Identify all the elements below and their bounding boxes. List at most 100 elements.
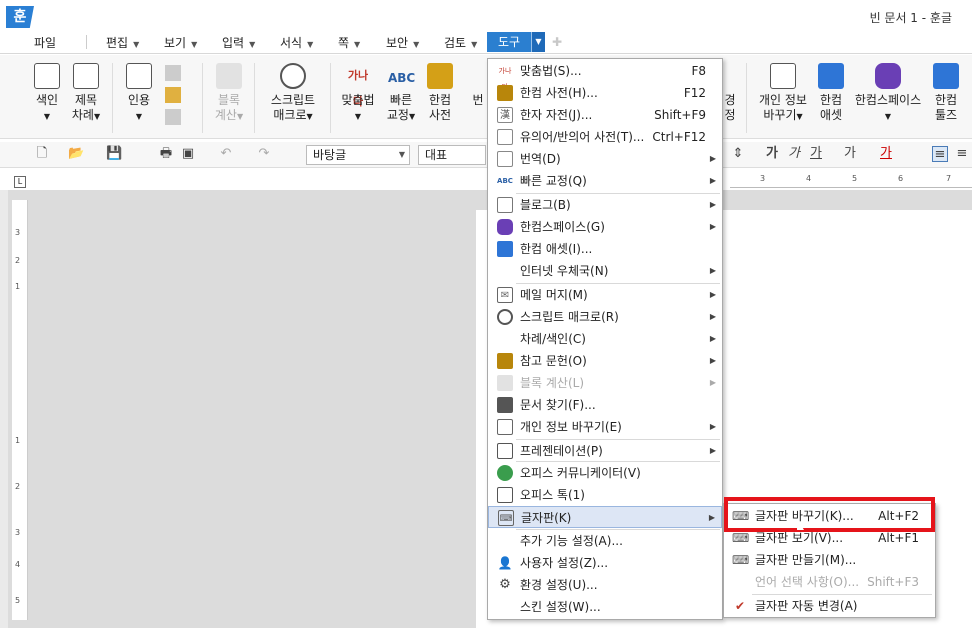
citation-icon	[126, 63, 152, 89]
privacy-icon	[497, 419, 513, 435]
ribbon-hancom-dictionary-button[interactable]: 한컴 사전	[424, 63, 456, 123]
menu-item-spell-check[interactable]: 가나다맞춤법(S)...F8	[488, 60, 722, 91]
vertical-ruler[interactable]: 3 2 1 1 2 3 4 5	[12, 200, 28, 620]
ribbon-spell-check-button[interactable]: 가나다 맞춤법 ▼	[338, 63, 378, 124]
menu-item-preferences[interactable]: ⚙ 환경 설정(U)...	[488, 574, 722, 596]
new-document-icon[interactable]: 🗋	[34, 146, 50, 162]
menu-item-privacy[interactable]: 개인 정보 바꾸기(E) ▶	[488, 416, 722, 438]
menu-item-keyboard[interactable]: ⌨ 글자판(K) ▶	[488, 506, 722, 528]
office-talk-icon	[497, 487, 513, 503]
hancom-space-icon	[875, 63, 901, 89]
highlight-annotation-box	[724, 497, 935, 532]
menu-security[interactable]: 보안 ▼	[386, 34, 419, 51]
keyboard-make-icon: ⌨	[732, 553, 750, 567]
ruler-tab-selector[interactable]: L	[14, 176, 26, 188]
menu-item-blog[interactable]: 블로그(B) ▶	[488, 194, 722, 216]
ribbon-hancom-tools-button[interactable]: 한컴 툴즈	[930, 63, 962, 123]
ribbon-block-calc-button[interactable]: 블록 계산▼	[212, 63, 246, 124]
font-color-button[interactable]: 가	[878, 146, 894, 162]
menu-item-addon-settings[interactable]: 추가 기능 설정(A)...	[488, 530, 722, 552]
menu-item-translate[interactable]: 번역(D) ▶	[488, 148, 722, 170]
open-folder-icon[interactable]: 📂	[68, 146, 84, 162]
menu-item-office-communicator[interactable]: 오피스 커뮤니케이터(V)	[488, 462, 722, 484]
menu-item-quick-correct[interactable]: ABC 빠른 교정(Q) ▶	[488, 170, 722, 192]
ribbon-toc-button[interactable]: 제목 차례▼	[68, 63, 104, 124]
menu-item-hancom-asset[interactable]: 한컴 애셋(I)...	[488, 238, 722, 260]
submenu-item-language-options[interactable]: 언어 선택 사항(O)... Shift+F3	[724, 571, 935, 593]
ribbon-partial-button[interactable]: 경정	[722, 63, 738, 123]
menu-bar: 파일 편집 ▼ 보기 ▼ 입력 ▼ 서식 ▼ 쪽 ▼ 보안 ▼ 검토 ▼ 도구 ▼ ✚	[0, 30, 972, 54]
menu-insert[interactable]: 입력 ▼	[222, 34, 255, 51]
ribbon-quick-correct-button[interactable]: ABC 빠른 교정▼	[382, 63, 420, 124]
ribbon-translate-button-partial[interactable]: 번	[470, 63, 486, 108]
gear-icon	[723, 63, 737, 89]
ribbon-index-button[interactable]: 색인 ▼	[30, 63, 64, 124]
block-calc-icon	[497, 375, 513, 391]
ribbon-hancom-asset-button[interactable]: 한컴 애셋	[816, 63, 846, 123]
preview-icon[interactable]: ▣	[180, 146, 196, 162]
menu-item-thesaurus[interactable]: 유의어/반의어 사전(T)... Ctrl+F12	[488, 126, 722, 148]
horizontal-ruler[interactable]: 3 4 5 6 7	[730, 172, 972, 188]
menu-review[interactable]: 검토 ▼	[444, 34, 477, 51]
quick-correct-icon: ABC	[388, 71, 416, 85]
menu-view[interactable]: 보기 ▼	[164, 34, 197, 51]
ribbon-privacy-button[interactable]: 개인 정보 바꾸기▼	[754, 63, 812, 124]
menu-tools[interactable]: 도구	[487, 32, 531, 52]
script-macro-icon	[280, 63, 306, 89]
font-select[interactable]: 대표	[418, 145, 486, 165]
copy-icon	[165, 65, 181, 81]
align-justify-icon[interactable]: ≡	[932, 146, 948, 162]
title-bar: 훈 빈 문서 1 - 훈글	[0, 0, 972, 30]
ribbon-separator	[746, 63, 747, 133]
menu-item-block-calc[interactable]: 블록 계산(L) ▶	[488, 372, 722, 394]
index-icon	[34, 63, 60, 89]
menu-item-hanja-dictionary[interactable]: 漢 한자 자전(J)... Shift+F9	[488, 104, 722, 126]
menu-item-mail-merge[interactable]: ✉ 메일 머지(M) ▶	[488, 284, 722, 306]
hancom-tools-icon	[933, 63, 959, 89]
menu-page[interactable]: 쪽 ▼	[338, 34, 360, 51]
save-icon[interactable]: 💾	[106, 146, 122, 162]
bold-button[interactable]: 가	[764, 146, 780, 162]
ribbon-toolbar: 색인 ▼ 제목 차례▼ 인용 ▼ 블록 계산▼ 스크립트 매크로▼ 가나다 맞춤법 ▼ AB…	[0, 55, 972, 139]
hancom-asset-icon	[497, 241, 513, 257]
reference-icon	[497, 353, 513, 369]
menu-item-internet-post[interactable]: 인터넷 우체국(N) ▶	[488, 260, 722, 282]
hancom-dictionary-icon	[427, 63, 453, 89]
mail-icon: ✉	[497, 287, 513, 303]
align-left-icon[interactable]: ≡	[954, 146, 970, 162]
undo-icon[interactable]: ↶	[218, 146, 234, 162]
style-select[interactable]: 바탕글 ▼	[306, 145, 410, 165]
redo-icon[interactable]: ↷	[256, 146, 272, 162]
italic-button[interactable]: 가	[786, 146, 802, 162]
note-icon	[165, 87, 181, 103]
translate-icon	[471, 63, 485, 89]
menu-item-find-document[interactable]: 문서 찾기(F)...	[488, 394, 722, 416]
privacy-icon	[770, 63, 796, 89]
formatting-toolbar: 🗋 📂 💾 🖶 ▣ ↶ ↷ 바탕글 ▼ 대표 ⇕ 가 가 가 가 가 ≡ ≡	[0, 142, 972, 168]
ribbon-small-tools[interactable]	[160, 65, 186, 125]
menu-item-script-macro[interactable]: 스크립트 매크로(R) ▶	[488, 306, 722, 328]
plugin-icon: ✚	[552, 35, 563, 49]
menu-item-office-talk[interactable]: 오피스 톡(1)	[488, 484, 722, 506]
menu-item-reference[interactable]: 참고 문헌(O) ▶	[488, 350, 722, 372]
menu-edit[interactable]: 편집 ▼	[106, 34, 139, 51]
menu-tools-dropdown-arrow[interactable]: ▼	[531, 32, 545, 52]
menu-file[interactable]: 파일	[34, 34, 56, 51]
menu-format[interactable]: 서식 ▼	[280, 34, 313, 51]
strikethrough-button[interactable]: 가	[842, 146, 858, 162]
menu-item-skin-settings[interactable]: 스킨 설정(W)...	[488, 596, 722, 618]
menu-item-hancom-space[interactable]: 한컴스페이스(G) ▶	[488, 216, 722, 238]
menu-item-hancom-dictionary[interactable]: 한컴 사전(H)... F12	[488, 82, 722, 104]
ribbon-hancom-space-button[interactable]: 한컴스페이스 ▼	[852, 63, 924, 124]
menu-item-user-settings[interactable]: 👤 사용자 설정(Z)...	[488, 552, 722, 574]
submenu-item-auto-switch-keyboard[interactable]: ✔ 글자판 자동 변경(A)	[724, 595, 935, 617]
menu-item-presentation[interactable]: 프레젠테이션(P) ▶	[488, 440, 722, 462]
print-icon[interactable]: 🖶	[158, 146, 174, 162]
submenu-item-make-keyboard[interactable]: ⌨ 글자판 만들기(M)...	[724, 549, 935, 571]
ribbon-script-macro-button[interactable]: 스크립트 매크로▼	[264, 63, 322, 124]
underline-button[interactable]: 가	[808, 146, 824, 162]
menu-item-toc-index[interactable]: 차례/색인(C) ▶	[488, 328, 722, 350]
keyboard-icon: ⌨	[498, 510, 514, 526]
ribbon-citation-button[interactable]: 인용 ▼	[122, 63, 156, 124]
font-size-stepper[interactable]: ⇕	[730, 146, 746, 162]
